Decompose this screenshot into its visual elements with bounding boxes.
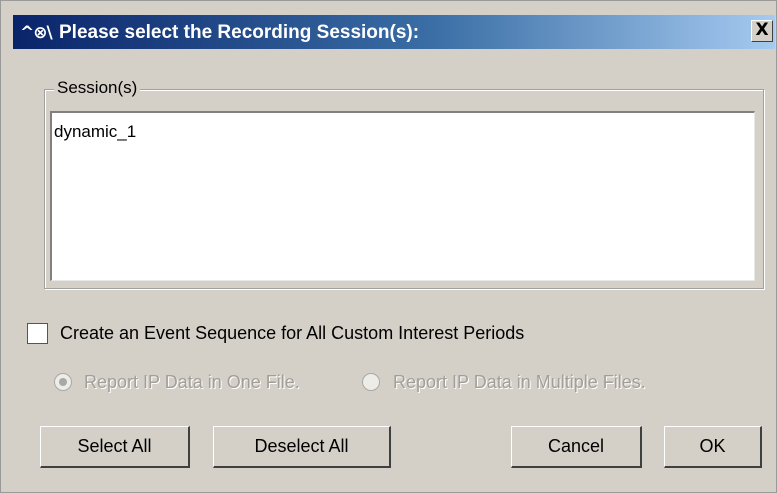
close-button[interactable]: X — [751, 20, 773, 42]
radio-selected-dot — [59, 378, 67, 386]
close-icon: X — [755, 20, 769, 40]
list-item[interactable]: dynamic_1 — [54, 122, 136, 142]
sessions-group-label: Session(s) — [54, 78, 141, 98]
dialog-title: Please select the Recording Session(s): — [59, 22, 420, 43]
sessions-listbox[interactable]: dynamic_1 — [50, 111, 755, 281]
cancel-button[interactable]: Cancel — [511, 426, 642, 468]
event-sequence-label[interactable]: Create an Event Sequence for All Custom … — [60, 323, 524, 344]
report-one-file-radio — [54, 373, 72, 391]
ok-button[interactable]: OK — [664, 426, 762, 468]
select-all-button[interactable]: Select All — [40, 426, 190, 468]
report-multiple-files-radio — [362, 373, 380, 391]
session-select-dialog: ^⊗\ Please select the Recording Session(… — [0, 0, 777, 493]
deselect-all-button[interactable]: Deselect All — [213, 426, 391, 468]
report-one-file-label: Report IP Data in One File. — [84, 372, 300, 392]
app-icon: ^⊗\ — [20, 23, 53, 43]
title-bar[interactable]: ^⊗\ Please select the Recording Session(… — [13, 15, 775, 49]
event-sequence-checkbox[interactable] — [27, 323, 48, 344]
report-multiple-files-label: Report IP Data in Multiple Files. — [393, 372, 646, 392]
